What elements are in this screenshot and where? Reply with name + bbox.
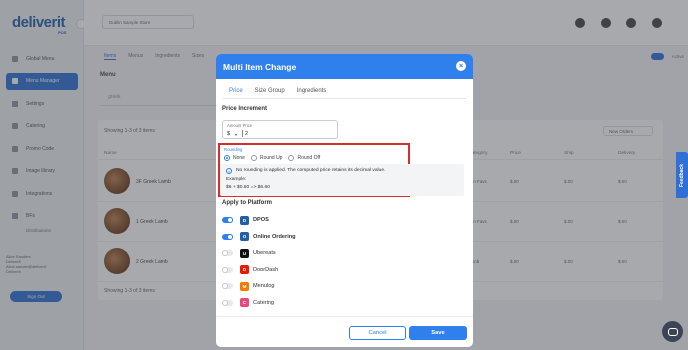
- info-icon: i: [226, 168, 232, 174]
- radio-icon[interactable]: [288, 155, 295, 161]
- platform-name: Ubereats: [253, 250, 276, 257]
- platform-row-ubereats: U Ubereats: [222, 245, 462, 262]
- ubereats-icon: U: [240, 248, 249, 258]
- chat-icon: [667, 327, 678, 336]
- feedback-tab[interactable]: Feedback: [676, 152, 688, 198]
- chat-button[interactable]: [662, 321, 683, 342]
- platform-row-menulog: M Menulog: [222, 278, 462, 295]
- platform-toggle[interactable]: [222, 217, 233, 224]
- rounding-info-text: No rounding is applied. The computed pri…: [236, 168, 386, 173]
- currency-select[interactable]: $: [227, 131, 230, 137]
- rounding-option-round-off[interactable]: Round Off: [288, 155, 320, 161]
- amount-price-label: Amount Price: [227, 123, 253, 128]
- rounding-option-none[interactable]: None: [224, 155, 245, 161]
- apply-to-platform-title: Apply to Platform: [222, 200, 273, 206]
- cancel-button[interactable]: Cancel: [349, 326, 406, 340]
- menulog-icon: M: [240, 281, 249, 291]
- radio-label: None: [233, 155, 245, 161]
- platform-name: DoorDash: [253, 266, 279, 273]
- radio-selected-icon[interactable]: [224, 155, 230, 161]
- rounding-info-panel: i No rounding is applied. The computed p…: [220, 164, 464, 196]
- field-divider: [242, 130, 243, 137]
- platform-name: DPOS: [253, 217, 269, 224]
- chevron-down-icon[interactable]: ▾: [235, 132, 237, 137]
- amount-price-field[interactable]: Amount Price $ ▾ 2: [222, 120, 338, 139]
- doordash-icon: D: [240, 265, 249, 275]
- platform-list: D DPOS O Online Ordering U Ubereats D Do…: [222, 212, 462, 311]
- radio-label: Round Up: [259, 155, 283, 161]
- amount-price-input[interactable]: 2: [245, 131, 248, 137]
- price-increment-title: Price Increment: [222, 106, 268, 112]
- dialog-title: Multi Item Change: [223, 61, 297, 72]
- platform-toggle[interactable]: [222, 266, 233, 273]
- close-icon[interactable]: ×: [456, 61, 466, 71]
- platform-row-online-ordering: O Online Ordering: [222, 229, 462, 246]
- platform-toggle[interactable]: [222, 250, 233, 257]
- radio-label: Round Off: [297, 155, 321, 161]
- platform-name: Online Ordering: [253, 233, 296, 240]
- catering-icon: C: [240, 298, 249, 308]
- dialog-header: Multi Item Change ×: [216, 54, 473, 79]
- rounding-label: Rounding: [224, 147, 243, 152]
- platform-toggle[interactable]: [222, 233, 233, 240]
- platform-row-catering: C Catering: [222, 295, 462, 312]
- footer-divider: [216, 316, 473, 317]
- online-ordering-icon: O: [240, 232, 249, 242]
- rounding-example-value: $6 + $0.60 => $6.60: [226, 185, 270, 190]
- platform-row-doordash: D DoorDash: [222, 262, 462, 279]
- platform-name: Catering: [253, 299, 275, 306]
- tab-divider: [223, 97, 466, 99]
- rounding-option-round-up[interactable]: Round Up: [250, 155, 283, 161]
- radio-icon[interactable]: [250, 155, 257, 161]
- multi-item-change-dialog: Multi Item Change × Price Size Group Ing…: [216, 54, 473, 347]
- rounding-options: None Round Up Round Off: [224, 155, 320, 161]
- save-button[interactable]: Save: [409, 326, 467, 340]
- rounding-example-label: Example:: [226, 177, 247, 182]
- platform-toggle[interactable]: [222, 299, 233, 306]
- platform-name: Menulog: [253, 283, 275, 290]
- dpos-icon: D: [240, 215, 249, 225]
- platform-row-dpos: D DPOS: [222, 212, 462, 229]
- platform-toggle[interactable]: [222, 283, 233, 290]
